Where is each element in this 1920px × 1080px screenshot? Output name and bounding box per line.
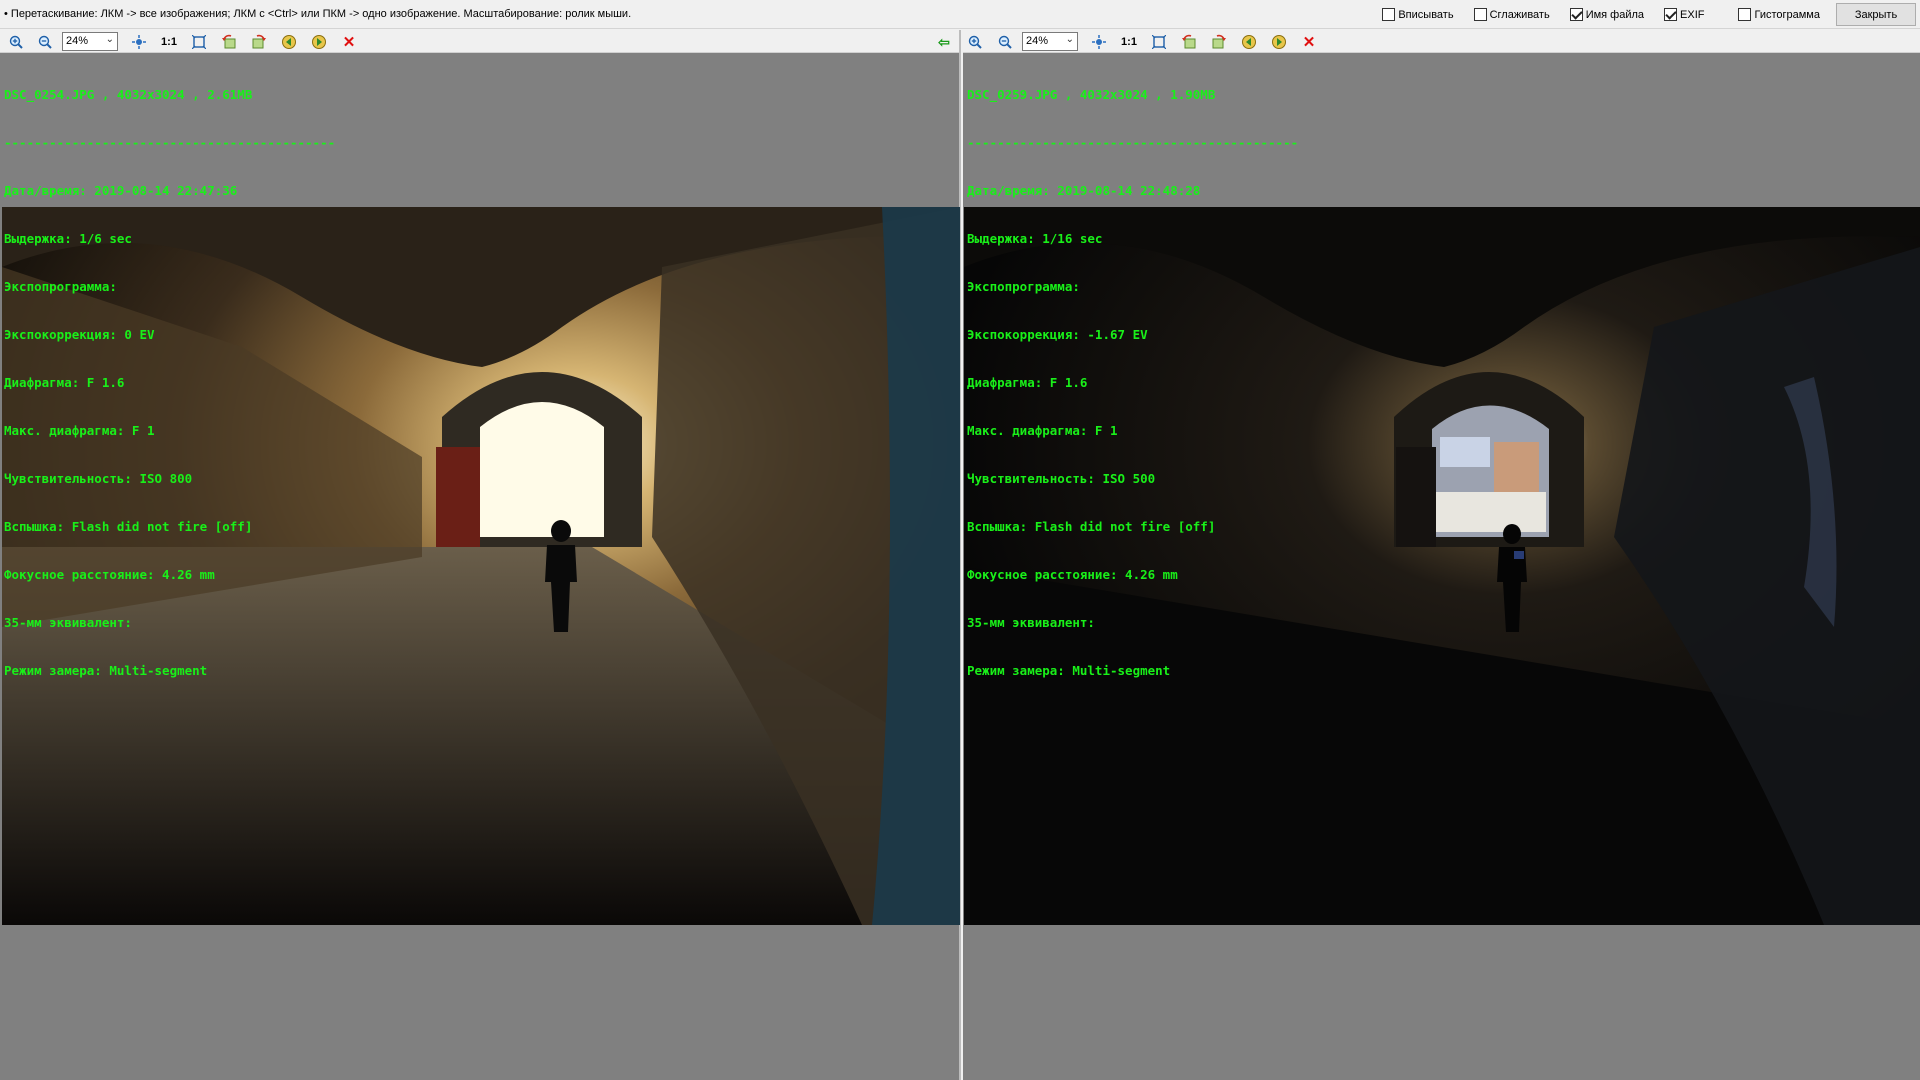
exif-line: Дата/время: 2019-08-14 22:48:28 — [967, 183, 1201, 198]
exif-checkbox[interactable]: EXIF — [1664, 3, 1704, 26]
zoom-out-icon[interactable] — [36, 33, 54, 51]
exif-line: DSC_0259.JPG , 4032x3024 , 1.90MB — [967, 87, 1216, 102]
close-button[interactable]: Закрыть — [1836, 3, 1916, 26]
exif-line: Чувствительность: ISO 500 — [967, 471, 1156, 486]
fit-checkbox-box[interactable] — [1382, 8, 1396, 21]
exif-line: Диафрагма: F 1.6 — [4, 375, 125, 390]
exif-line: Экспокоррекция: -1.67 EV — [967, 327, 1148, 342]
actual-size-button[interactable]: 1:1 — [1120, 33, 1138, 51]
left-image-pane[interactable]: 24% ⌄ 1:1 ✕ ⇦ DSC_0254.JPG , 4032x3024 ,… — [0, 30, 961, 1080]
exif-line: Макс. диафрагма: F 1 — [967, 423, 1118, 438]
histogram-checkbox-box[interactable] — [1738, 8, 1752, 21]
next-image-icon[interactable] — [1270, 33, 1288, 51]
zoom-value: 24% — [1026, 35, 1049, 47]
back-arrow-icon[interactable]: ⇦ — [935, 33, 953, 51]
exif-line: Дата/время: 2019-08-14 22:47:36 — [4, 183, 238, 198]
filename-checkbox-label: Имя файла — [1585, 8, 1645, 21]
zoom-value: 24% — [66, 35, 89, 47]
previous-image-icon[interactable] — [1240, 33, 1258, 51]
smooth-checkbox-box[interactable] — [1473, 8, 1487, 21]
histogram-checkbox[interactable]: Гистограмма — [1738, 3, 1820, 26]
exif-line: Чувствительность: ISO 800 — [4, 471, 193, 486]
zoom-select[interactable]: 24% ⌄ — [1022, 32, 1078, 51]
exif-line: Диафрагма: F 1.6 — [967, 375, 1088, 390]
smooth-checkbox[interactable]: Сглаживать — [1473, 3, 1550, 26]
exif-line: Режим замера: Multi-segment — [967, 663, 1171, 678]
exif-line: Выдержка: 1/6 sec — [4, 231, 132, 246]
fit-frame-icon[interactable] — [190, 33, 208, 51]
chevron-down-icon: ⌄ — [1065, 34, 1074, 45]
smooth-checkbox-label: Сглаживать — [1489, 8, 1550, 21]
exif-line: ----------------------------------------… — [4, 135, 336, 150]
zoom-in-icon[interactable] — [966, 33, 984, 51]
exif-line: Экспокоррекция: 0 EV — [4, 327, 155, 342]
fit-window-icon[interactable] — [130, 33, 148, 51]
rotate-left-icon[interactable] — [1180, 33, 1198, 51]
close-image-icon[interactable]: ✕ — [1300, 33, 1318, 51]
right-toolbar: 24% ⌄ 1:1 ✕ — [963, 30, 1920, 53]
actual-size-button[interactable]: 1:1 — [160, 33, 178, 51]
options-bar: Вписывать Сглаживать Имя файла EXIF Гист… — [1382, 3, 1920, 26]
exif-line: Выдержка: 1/16 sec — [967, 231, 1103, 246]
exif-line: Экспопрограмма: — [4, 279, 117, 294]
exif-line: Вспышка: Flash did not fire [off] — [4, 519, 253, 534]
exif-line: Вспышка: Flash did not fire [off] — [967, 519, 1216, 534]
exif-line: DSC_0254.JPG , 4032x3024 , 2.61MB — [4, 87, 253, 102]
zoom-select[interactable]: 24% ⌄ — [62, 32, 118, 51]
previous-image-icon[interactable] — [280, 33, 298, 51]
filename-checkbox[interactable]: Имя файла — [1569, 3, 1645, 26]
usage-hint: • Перетаскивание: ЛКМ -> все изображения… — [4, 8, 632, 20]
rotate-right-icon[interactable] — [1210, 33, 1228, 51]
close-image-icon[interactable]: ✕ — [340, 33, 358, 51]
exif-checkbox-label: EXIF — [1680, 8, 1705, 21]
top-bar: • Перетаскивание: ЛКМ -> все изображения… — [0, 0, 1920, 29]
next-image-icon[interactable] — [310, 33, 328, 51]
zoom-in-icon[interactable] — [7, 33, 25, 51]
histogram-checkbox-label: Гистограмма — [1754, 8, 1820, 21]
right-image-pane[interactable]: 24% ⌄ 1:1 ✕ DSC_0259.JPG , 4032x3024 , 1… — [963, 30, 1920, 1080]
fit-checkbox-label: Вписывать — [1398, 8, 1454, 21]
zoom-out-icon[interactable] — [996, 33, 1014, 51]
exif-line: Фокусное расстояние: 4.26 mm — [967, 567, 1178, 582]
exif-line: Режим замера: Multi-segment — [4, 663, 208, 678]
exif-line: Экспопрограмма: — [967, 279, 1080, 294]
rotate-left-icon[interactable] — [220, 33, 238, 51]
left-toolbar: 24% ⌄ 1:1 ✕ ⇦ — [0, 30, 959, 53]
fit-checkbox[interactable]: Вписывать — [1382, 3, 1454, 26]
chevron-down-icon: ⌄ — [105, 34, 114, 45]
exif-line: Макс. диафрагма: F 1 — [4, 423, 155, 438]
fit-window-icon[interactable] — [1090, 33, 1108, 51]
rotate-right-icon[interactable] — [250, 33, 268, 51]
exif-line: 35-мм эквивалент: — [4, 615, 132, 630]
exif-line: Фокусное расстояние: 4.26 mm — [4, 567, 215, 582]
exif-checkbox-box[interactable] — [1664, 8, 1678, 21]
fit-frame-icon[interactable] — [1150, 33, 1168, 51]
exif-overlay-left: DSC_0254.JPG , 4032x3024 , 2.61MB ------… — [4, 55, 335, 711]
exif-line: ----------------------------------------… — [967, 135, 1299, 150]
filename-checkbox-box[interactable] — [1569, 8, 1583, 21]
exif-line: 35-мм эквивалент: — [967, 615, 1095, 630]
exif-overlay-right: DSC_0259.JPG , 4032x3024 , 1.90MB ------… — [967, 55, 1298, 711]
